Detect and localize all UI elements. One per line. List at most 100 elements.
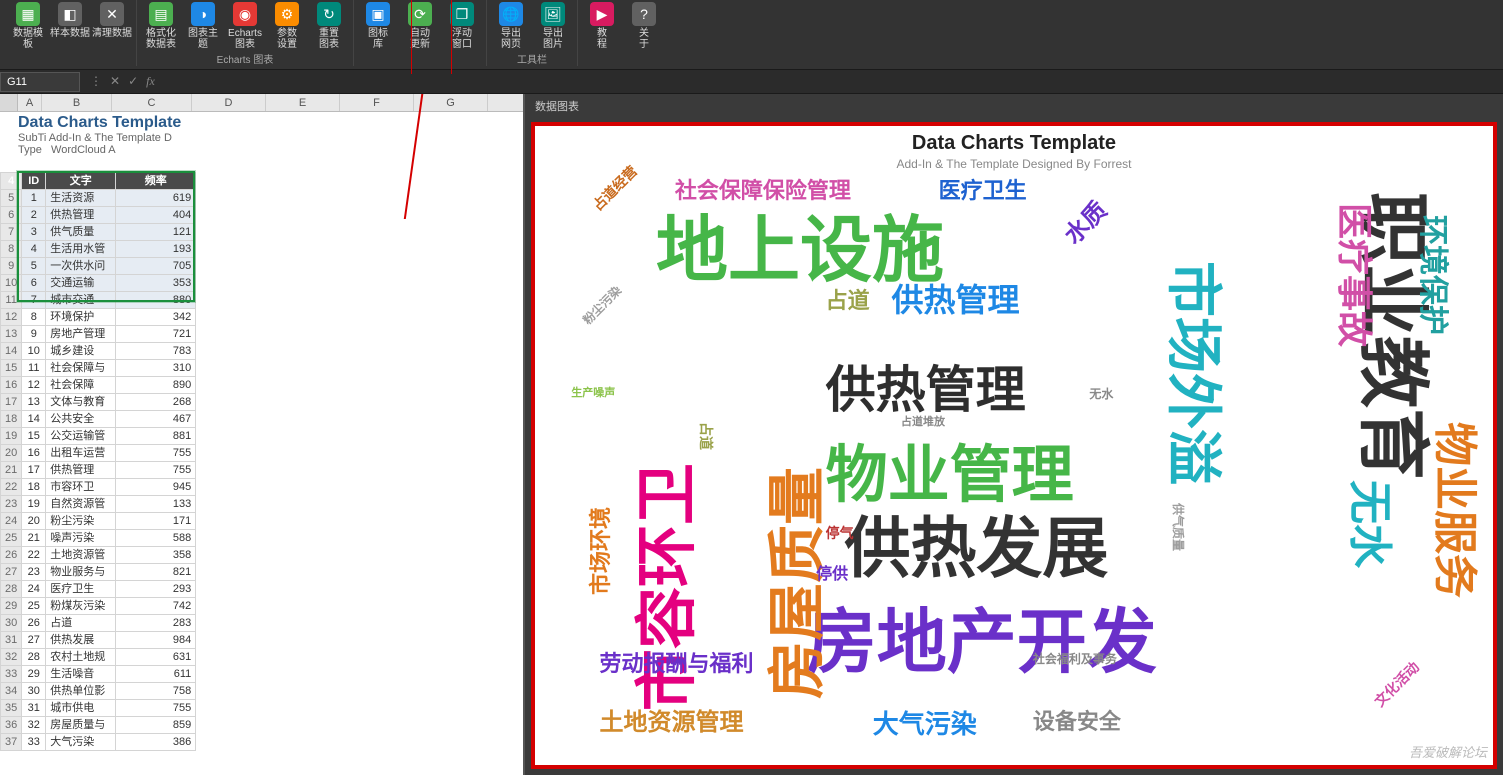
col-id[interactable]: ID [22,173,46,190]
cell-id[interactable]: 21 [22,530,46,547]
cell-text[interactable]: 噪声污染 [46,530,116,547]
cell-id[interactable]: 20 [22,513,46,530]
cell-text[interactable]: 供热管理 [46,207,116,224]
table-row[interactable]: 3127供热发展984 [1,632,196,649]
cell-text[interactable]: 供热发展 [46,632,116,649]
tutorial[interactable]: ▶教 程 [584,0,620,50]
cell-text[interactable]: 占道 [46,615,116,632]
table-row[interactable]: 1511社会保障与310 [1,360,196,377]
cell-id[interactable]: 2 [22,207,46,224]
cell-id[interactable]: 23 [22,564,46,581]
row-header[interactable]: 35 [1,700,22,717]
cell-freq[interactable]: 268 [116,394,196,411]
row-header[interactable]: 27 [1,564,22,581]
row-header[interactable]: 8 [1,241,22,258]
table-row[interactable]: 2016出租车运营755 [1,445,196,462]
cell-text[interactable]: 供气质量 [46,224,116,241]
row-header[interactable]: 30 [1,615,22,632]
cell-id[interactable]: 8 [22,309,46,326]
cell-freq[interactable]: 742 [116,598,196,615]
cell-id[interactable]: 11 [22,360,46,377]
table-row[interactable]: 95一次供水问705 [1,258,196,275]
col-header-E[interactable]: E [266,94,340,111]
cell-freq[interactable]: 193 [116,241,196,258]
table-row[interactable]: 3430供热单位影758 [1,683,196,700]
col-header-C[interactable]: C [112,94,192,111]
cell-freq[interactable]: 358 [116,547,196,564]
cell-text[interactable]: 医疗卫生 [46,581,116,598]
table-row[interactable]: 3228农村土地规631 [1,649,196,666]
reset-chart[interactable]: ↻重置 图表 [311,0,347,50]
chart-tab-label[interactable]: 数据图表 [525,94,1503,116]
data-table[interactable]: 4 ID 文字 频率 51生活资源61962供热管理40473供气质量12184… [0,172,196,751]
cell-freq[interactable]: 890 [116,377,196,394]
table-row[interactable]: 106交通运输353 [1,275,196,292]
cell-freq[interactable]: 353 [116,275,196,292]
cell-id[interactable]: 28 [22,649,46,666]
name-box[interactable] [0,72,80,92]
row-header[interactable]: 26 [1,547,22,564]
fx-icon[interactable]: fx [146,74,155,89]
cell-freq[interactable]: 619 [116,190,196,207]
cell-id[interactable]: 33 [22,734,46,751]
cell-text[interactable]: 一次供水问 [46,258,116,275]
table-row[interactable]: 3733大气污染386 [1,734,196,751]
table-row[interactable]: 3632房屋质量与859 [1,717,196,734]
cell-freq[interactable]: 945 [116,479,196,496]
table-row[interactable]: 1612社会保障890 [1,377,196,394]
cell-text[interactable]: 公交运输管 [46,428,116,445]
cell-freq[interactable]: 171 [116,513,196,530]
cell-freq[interactable]: 721 [116,326,196,343]
row-header[interactable]: 14 [1,343,22,360]
table-row[interactable]: 1915公交运输管881 [1,428,196,445]
row-header[interactable]: 24 [1,513,22,530]
row-header[interactable]: 32 [1,649,22,666]
cell-id[interactable]: 32 [22,717,46,734]
row-header[interactable]: 36 [1,717,22,734]
cell-freq[interactable]: 755 [116,700,196,717]
cell-text[interactable]: 农村土地规 [46,649,116,666]
cell-text[interactable]: 房地产管理 [46,326,116,343]
cell-text[interactable]: 供热管理 [46,462,116,479]
row-header[interactable]: 21 [1,462,22,479]
table-row[interactable]: 2117供热管理755 [1,462,196,479]
row-header[interactable]: 29 [1,598,22,615]
select-all-corner[interactable] [0,94,18,111]
col-freq[interactable]: 频率 [116,173,196,190]
cell-freq[interactable]: 631 [116,649,196,666]
cell-text[interactable]: 城市交通 [46,292,116,309]
table-row[interactable]: 2218市容环卫945 [1,479,196,496]
cell-freq[interactable]: 342 [116,309,196,326]
cell-id[interactable]: 12 [22,377,46,394]
sample-data[interactable]: ◧样本数据 [52,0,88,50]
cell-id[interactable]: 13 [22,394,46,411]
cell-text[interactable]: 生活用水管 [46,241,116,258]
table-row[interactable]: 1713文体与教育268 [1,394,196,411]
row-header[interactable]: 11 [1,292,22,309]
cell-freq[interactable]: 880 [116,292,196,309]
row-header[interactable]: 17 [1,394,22,411]
cell-text[interactable]: 城乡建设 [46,343,116,360]
table-row[interactable]: 1410城乡建设783 [1,343,196,360]
row-header[interactable]: 31 [1,632,22,649]
param-settings[interactable]: ⚙参数 设置 [269,0,305,50]
table-row[interactable]: 2319自然资源管133 [1,496,196,513]
row-header[interactable]: 25 [1,530,22,547]
cell-freq[interactable]: 283 [116,615,196,632]
clean-data[interactable]: ✕清理数据 [94,0,130,50]
cell-freq[interactable]: 310 [116,360,196,377]
row-header[interactable]: 19 [1,428,22,445]
cell-freq[interactable]: 588 [116,530,196,547]
export-web[interactable]: 🌐导出 网页 [493,0,529,50]
cell-id[interactable]: 30 [22,683,46,700]
cell-freq[interactable]: 404 [116,207,196,224]
table-row[interactable]: 2521噪声污染588 [1,530,196,547]
echarts-chart[interactable]: ◉Echarts 图表 [227,0,263,50]
cell-id[interactable]: 18 [22,479,46,496]
cell-text[interactable]: 大气污染 [46,734,116,751]
cell-id[interactable]: 10 [22,343,46,360]
cell-text[interactable]: 生活资源 [46,190,116,207]
row-header[interactable]: 10 [1,275,22,292]
cell-freq[interactable]: 783 [116,343,196,360]
row-header[interactable]: 7 [1,224,22,241]
